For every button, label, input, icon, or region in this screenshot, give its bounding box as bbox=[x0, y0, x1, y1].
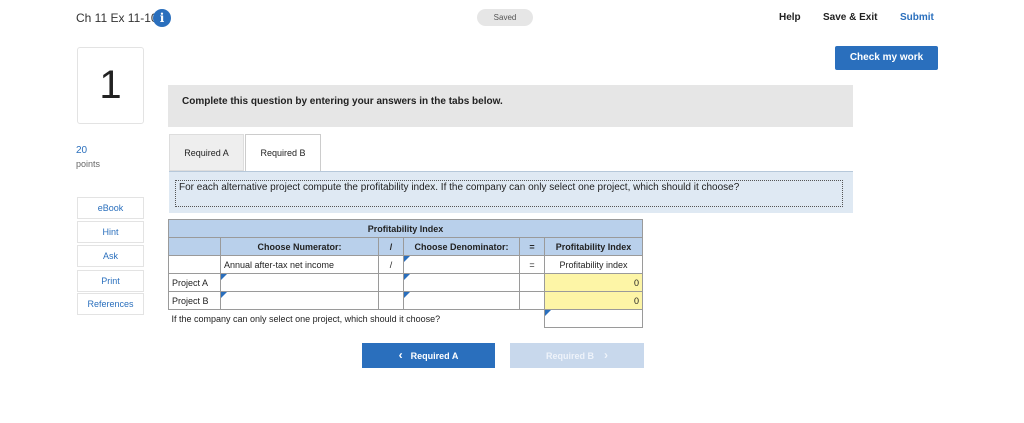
header-equals: = bbox=[519, 237, 545, 256]
tab-required-a[interactable]: Required A bbox=[169, 134, 244, 171]
input-marker-icon bbox=[404, 292, 410, 298]
prev-required-a-button[interactable]: ‹ Required A bbox=[362, 343, 495, 368]
chevron-left-icon: ‹ bbox=[398, 348, 403, 362]
dropdown-marker-icon bbox=[545, 310, 551, 316]
header-result: Profitability Index bbox=[544, 237, 643, 256]
points-label: points bbox=[76, 159, 101, 169]
row-slash-cell bbox=[378, 291, 404, 310]
subheader-result: Profitability index bbox=[544, 255, 643, 274]
row-label: Project B bbox=[168, 291, 221, 310]
input-marker-icon bbox=[221, 274, 227, 280]
question-number: 1 bbox=[77, 47, 144, 124]
saved-status: Saved bbox=[477, 9, 533, 26]
subheader-slash: / bbox=[378, 255, 404, 274]
project-a-numerator-input[interactable] bbox=[220, 273, 379, 292]
help-link[interactable]: Help bbox=[779, 12, 801, 23]
prompt-panel: For each alternative project compute the… bbox=[169, 171, 853, 213]
chevron-right-icon: › bbox=[604, 348, 608, 362]
project-b-result: 0 bbox=[544, 291, 643, 310]
project-b-numerator-input[interactable] bbox=[220, 291, 379, 310]
row-label: Project A bbox=[168, 273, 221, 292]
input-marker-icon bbox=[404, 274, 410, 280]
input-marker-icon bbox=[221, 292, 227, 298]
dropdown-marker-icon bbox=[404, 256, 410, 262]
row-equals-cell bbox=[519, 291, 545, 310]
table-row: Project A 0 bbox=[168, 273, 643, 292]
references-button[interactable]: References bbox=[77, 293, 144, 315]
prompt-text: For each alternative project compute the… bbox=[175, 180, 843, 207]
subheader-equals: = bbox=[519, 255, 545, 274]
table-title: Profitability Index bbox=[168, 219, 643, 238]
project-a-result: 0 bbox=[544, 273, 643, 292]
row-slash-cell bbox=[378, 273, 404, 292]
check-my-work-button[interactable]: Check my work bbox=[835, 46, 938, 70]
next-required-b-button[interactable]: Required B › bbox=[510, 343, 644, 368]
hint-button[interactable]: Hint bbox=[77, 221, 144, 243]
choice-spacer bbox=[520, 310, 545, 328]
header-slash: / bbox=[378, 237, 404, 256]
table-row: Project B 0 bbox=[168, 291, 643, 310]
header-numerator: Choose Numerator: bbox=[220, 237, 379, 256]
submit-link[interactable]: Submit bbox=[900, 12, 934, 23]
subheader-blank bbox=[168, 255, 221, 274]
header-blank bbox=[168, 237, 221, 256]
ask-button[interactable]: Ask bbox=[77, 245, 144, 267]
save-exit-link[interactable]: Save & Exit bbox=[823, 12, 877, 23]
choice-question: If the company can only select one proje… bbox=[171, 313, 441, 324]
top-bar: Ch 11 Ex 11-10 i Saved Help Save & Exit … bbox=[0, 0, 1024, 38]
prev-label: Required A bbox=[410, 351, 459, 361]
project-b-denominator-input[interactable] bbox=[403, 291, 520, 310]
ebook-button[interactable]: eBook bbox=[77, 197, 144, 219]
tab-required-b[interactable]: Required B bbox=[245, 134, 321, 171]
profitability-table: Profitability Index Choose Numerator: / … bbox=[168, 219, 643, 328]
assignment-title: Ch 11 Ex 11-10 bbox=[76, 11, 158, 25]
project-a-denominator-input[interactable] bbox=[403, 273, 520, 292]
row-equals-cell bbox=[519, 273, 545, 292]
choice-select[interactable] bbox=[544, 309, 643, 328]
print-button[interactable]: Print bbox=[77, 270, 144, 292]
next-label: Required B bbox=[545, 351, 594, 361]
numerator-select[interactable]: Annual after-tax net income bbox=[220, 255, 379, 274]
header-denominator: Choose Denominator: bbox=[403, 237, 520, 256]
denominator-select[interactable] bbox=[403, 255, 520, 274]
instruction-banner: Complete this question by entering your … bbox=[168, 85, 853, 127]
points-value: 20 bbox=[76, 145, 88, 156]
info-icon[interactable]: i bbox=[153, 9, 171, 27]
